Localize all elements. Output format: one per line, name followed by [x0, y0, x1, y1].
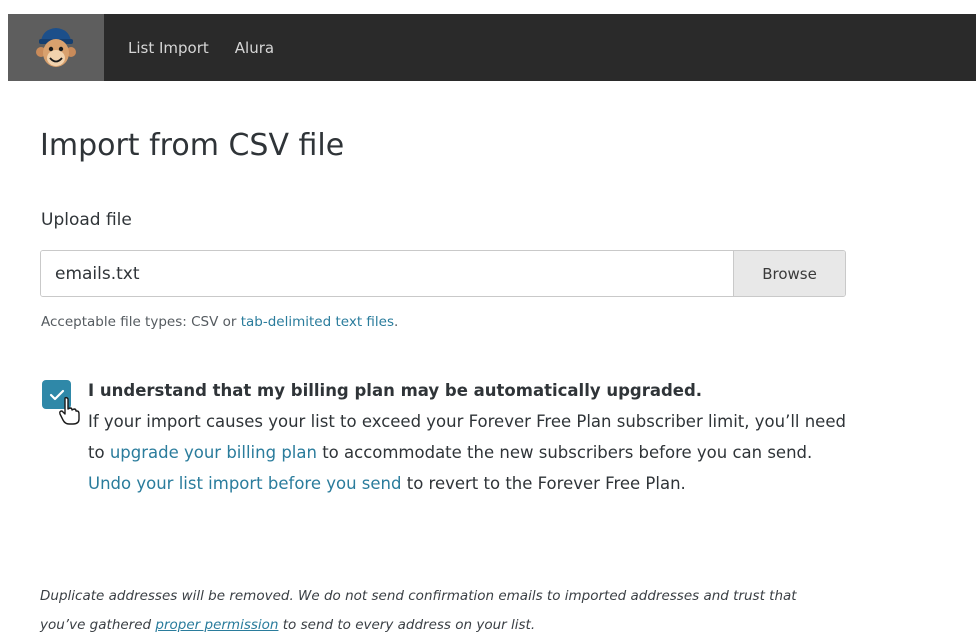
- nav-link-list-import[interactable]: List Import: [128, 39, 209, 57]
- consent-text-3: to revert to the Forever Free Plan.: [401, 474, 686, 493]
- consent-text-2: to accommodate the new subscribers befor…: [316, 443, 813, 462]
- upgrade-billing-plan-link[interactable]: upgrade your billing plan: [110, 443, 317, 462]
- footer-text-2: to send to every address on your list.: [278, 617, 536, 633]
- top-navigation-bar: List Import Alura: [8, 14, 976, 81]
- consent-title: I understand that my billing plan may be…: [88, 381, 703, 400]
- file-name-input[interactable]: [41, 251, 733, 296]
- file-upload-control: Browse: [40, 250, 846, 297]
- nav-link-alura[interactable]: Alura: [235, 39, 274, 57]
- duplicate-addresses-note: Duplicate addresses will be removed. We …: [40, 582, 840, 640]
- consent-description: If your import causes your list to excee…: [88, 406, 848, 499]
- help-prefix: Acceptable file types: CSV or: [41, 314, 241, 330]
- browse-button[interactable]: Browse: [733, 251, 845, 296]
- hand-pointer-cursor-icon: [59, 396, 80, 425]
- help-suffix: .: [394, 314, 399, 330]
- mailchimp-monkey-icon: [36, 27, 76, 67]
- page-title: Import from CSV file: [40, 128, 345, 163]
- upload-file-label: Upload file: [41, 210, 132, 230]
- logo-button[interactable]: [8, 14, 104, 81]
- undo-list-import-link[interactable]: Undo your list import before you send: [88, 474, 401, 493]
- proper-permission-link[interactable]: proper permission: [155, 617, 278, 633]
- file-type-help: Acceptable file types: CSV or tab-delimi…: [41, 314, 398, 330]
- tab-delimited-link[interactable]: tab-delimited text files: [241, 314, 394, 330]
- billing-consent-block: I understand that my billing plan may be…: [88, 378, 848, 499]
